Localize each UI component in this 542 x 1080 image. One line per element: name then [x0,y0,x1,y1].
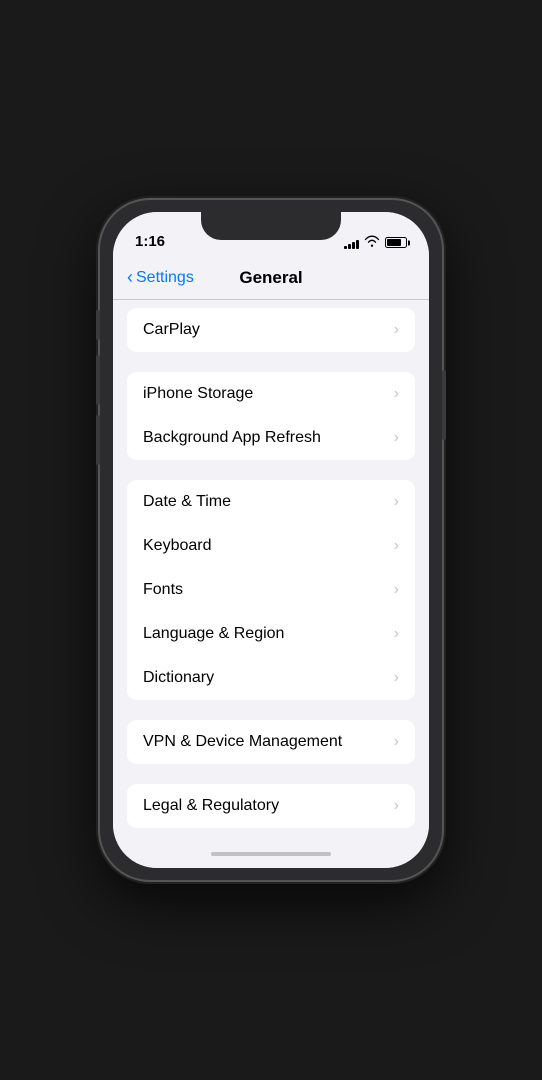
silent-switch [96,310,100,340]
background-refresh-chevron-icon: › [394,429,399,447]
iphone-storage-chevron-icon: › [394,385,399,403]
back-chevron-icon: ‹ [127,267,133,288]
status-icons [344,235,407,250]
iphone-storage-label: iPhone Storage [143,385,253,403]
section-vpn: VPN & Device Management › [113,720,429,764]
language-region-chevron-icon: › [394,625,399,643]
dictionary-label: Dictionary [143,669,214,687]
home-bar [211,852,331,856]
section-legal: Legal & Regulatory › [113,784,429,828]
background-app-refresh-label: Background App Refresh [143,429,321,447]
nav-bar: ‹ Settings General [113,256,429,300]
legal-item[interactable]: Legal & Regulatory › [127,784,415,828]
vpn-label: VPN & Device Management [143,733,342,751]
keyboard-label: Keyboard [143,537,212,555]
carplay-group: CarPlay › [127,308,415,352]
fonts-chevron-icon: › [394,581,399,599]
carplay-chevron-icon: › [394,321,399,339]
date-lang-group: Date & Time › Keyboard › Fonts [127,480,415,700]
legal-group: Legal & Regulatory › [127,784,415,828]
language-region-item[interactable]: Language & Region › [127,612,415,656]
date-time-item[interactable]: Date & Time › [127,480,415,524]
signal-icon [344,237,359,249]
date-time-chevron-icon: › [394,493,399,511]
fonts-item[interactable]: Fonts › [127,568,415,612]
back-button[interactable]: ‹ Settings [127,267,194,288]
legal-label: Legal & Regulatory [143,797,279,815]
notch [201,212,341,240]
iphone-storage-item[interactable]: iPhone Storage › [127,372,415,416]
back-label: Settings [136,269,194,287]
vpn-chevron-icon: › [394,733,399,751]
dictionary-chevron-icon: › [394,669,399,687]
settings-content: CarPlay › iPhone Storage › [113,300,429,840]
language-region-label: Language & Region [143,625,284,643]
phone-screen: 1:16 [113,212,429,868]
fonts-label: Fonts [143,581,183,599]
section-carplay: CarPlay › [113,308,429,352]
background-app-refresh-item[interactable]: Background App Refresh › [127,416,415,460]
vpn-item[interactable]: VPN & Device Management › [127,720,415,764]
vpn-group: VPN & Device Management › [127,720,415,764]
wifi-icon [364,235,380,250]
keyboard-item[interactable]: Keyboard › [127,524,415,568]
volume-down-button [96,415,100,465]
keyboard-chevron-icon: › [394,537,399,555]
page-title: General [239,268,302,288]
home-indicator [113,840,429,868]
storage-group: iPhone Storage › Background App Refresh … [127,372,415,460]
carplay-item[interactable]: CarPlay › [127,308,415,352]
phone-frame: 1:16 [100,200,442,880]
power-button [442,370,446,440]
carplay-label: CarPlay [143,321,200,339]
volume-up-button [96,355,100,405]
date-time-label: Date & Time [143,493,231,511]
section-storage: iPhone Storage › Background App Refresh … [113,372,429,460]
dictionary-item[interactable]: Dictionary › [127,656,415,700]
status-time: 1:16 [135,233,165,250]
section-date-lang: Date & Time › Keyboard › Fonts [113,480,429,700]
battery-icon [385,237,407,248]
carplay-right: › [394,321,399,339]
legal-chevron-icon: › [394,797,399,815]
